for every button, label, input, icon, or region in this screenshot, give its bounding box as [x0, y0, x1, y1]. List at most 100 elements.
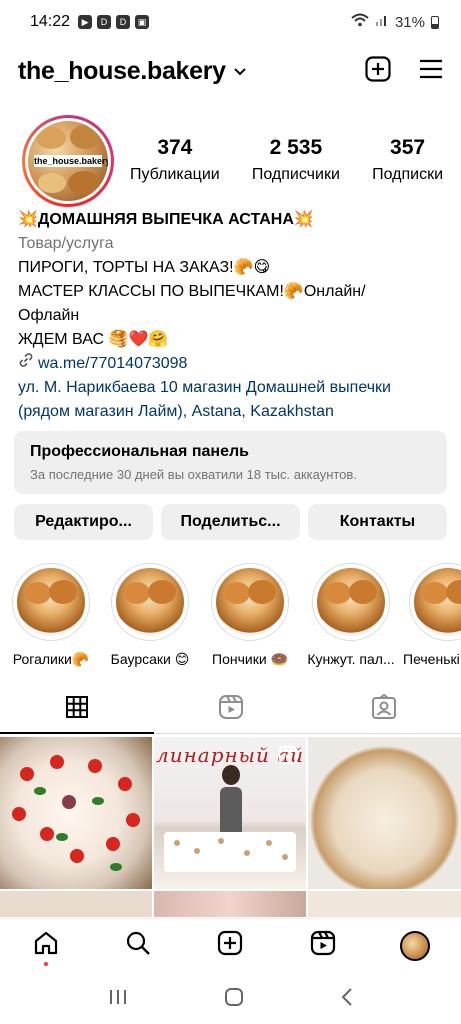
bio-link-text[interactable]: wa.me/77014073098 — [38, 352, 187, 376]
highlight-item[interactable]: Печенькі — [403, 563, 461, 667]
highlight-cover — [414, 568, 461, 636]
stat-following[interactable]: 357 Подписки — [372, 136, 443, 184]
notification-dot — [44, 961, 49, 966]
edit-profile-button[interactable]: Редактиро... — [14, 504, 153, 540]
post-thumbnail[interactable] — [308, 891, 461, 917]
highlight-ring — [211, 563, 289, 641]
avatar-image: the_house.bakery — [25, 118, 111, 204]
create-post-icon[interactable] — [365, 55, 391, 87]
highlight-item[interactable]: Баурсаки 😊 — [105, 563, 195, 668]
stat-posts-value: 374 — [157, 136, 193, 159]
reel-badge-icon — [278, 745, 298, 770]
stat-followers-value: 2 535 — [269, 136, 323, 159]
highlight-label: Печенькі — [403, 651, 460, 667]
highlight-ring — [312, 563, 390, 641]
link-icon — [18, 352, 34, 376]
post-thumbnail[interactable] — [0, 737, 152, 889]
tab-tagged[interactable] — [307, 686, 461, 733]
nav-home[interactable] — [26, 926, 66, 966]
bio-link[interactable]: wa.me/77014073098 — [18, 352, 447, 376]
post-thumbnail[interactable] — [154, 891, 306, 917]
address-line[interactable]: (рядом магазин Лайм), Astana, Kazakhstan — [18, 400, 447, 424]
signal-icon — [375, 13, 389, 31]
profile-header: the_house.bakery — [18, 52, 443, 90]
professional-dashboard[interactable]: Профессиональная панель За последние 30 … — [14, 431, 447, 494]
status-bar: 14:22 ▶ D D ▣ 31% — [0, 0, 461, 44]
post-table — [164, 832, 296, 872]
highlight-label: Пончики 🍩 — [212, 651, 288, 667]
highlight-cover — [116, 568, 184, 636]
tab-grid[interactable] — [0, 686, 154, 734]
reels-icon — [310, 930, 336, 961]
highlight-item[interactable]: Рогалики🥐 — [6, 563, 96, 668]
profile-tabs — [0, 686, 461, 734]
story-highlights: Рогалики🥐 Баурсаки 😊 Пончики 🍩 Кунжут. п… — [0, 563, 461, 668]
bio-line: ЖДЕМ ВАС 🥞❤️🤗 — [18, 331, 169, 348]
highlight-item[interactable]: Кунжут. пал... — [303, 563, 399, 667]
highlight-label: Баурсаки 😊 — [110, 651, 190, 667]
image-icon: ▣ — [135, 15, 150, 29]
notification-icons: ▶ D D ▣ — [78, 15, 150, 29]
chevron-down-icon[interactable] — [234, 63, 246, 79]
highlight-cover — [216, 568, 284, 636]
avatar — [399, 930, 430, 961]
stat-following-value: 357 — [390, 136, 426, 159]
pro-panel-title: Профессиональная панель — [30, 443, 249, 460]
reels-icon — [218, 694, 244, 725]
post-thumbnail[interactable] — [308, 737, 461, 889]
profile-name: 💥ДОМАШНЯЯ ВЫПЕЧКА АСТАНА💥 — [18, 211, 314, 228]
post-thumbnail[interactable] — [0, 891, 152, 917]
bottom-navigation — [0, 918, 461, 972]
profile-stats: 374 Публикации 2 535 Подписчики 357 Подп… — [130, 136, 443, 184]
stat-followers[interactable]: 2 535 Подписчики — [252, 136, 340, 184]
nav-search[interactable] — [118, 926, 158, 966]
tab-reels[interactable] — [154, 686, 308, 733]
address-line[interactable]: ул. М. Нарикбаева 10 магазин Домашней вы… — [18, 376, 447, 400]
highlight-item[interactable]: Пончики 🍩 — [205, 563, 295, 668]
nav-create[interactable] — [210, 926, 250, 966]
contacts-button[interactable]: Контакты — [308, 504, 447, 540]
posts-grid: линарный ай — [0, 737, 461, 917]
bio-line: Офлайн — [18, 307, 80, 324]
pro-panel-subtitle: За последние 30 дней вы охватили 18 тыс.… — [30, 467, 357, 482]
search-icon — [125, 930, 151, 961]
profile-category: Товар/услуга — [18, 235, 114, 252]
app-d-icon-2: D — [116, 15, 131, 29]
stat-posts-label: Публикации — [130, 166, 220, 183]
app-d-icon: D — [97, 15, 112, 29]
highlight-ring — [111, 563, 189, 641]
avatar-logo-text: the_house.bakery — [34, 155, 111, 167]
status-right: 31% — [351, 13, 439, 31]
battery-icon — [431, 15, 439, 29]
home-icon — [33, 930, 59, 961]
highlight-cover — [317, 568, 385, 636]
highlight-label: Кунжут. пал... — [307, 651, 395, 667]
profile-actions: Редактиро... Поделитьс... Контакты — [14, 504, 447, 540]
profile-bio: 💥ДОМАШНЯЯ ВЫПЕЧКА АСТАНА💥 Товар/услуга П… — [18, 208, 447, 424]
highlight-ring — [12, 563, 90, 641]
status-time: 14:22 — [30, 13, 71, 30]
highlight-label: Рогалики🥐 — [12, 651, 90, 667]
wifi-icon — [351, 13, 369, 31]
post-thumbnail[interactable]: линарный ай — [154, 737, 306, 889]
stat-posts[interactable]: 374 Публикации — [130, 136, 220, 184]
highlight-cover — [17, 568, 85, 636]
nav-reels[interactable] — [303, 926, 343, 966]
bio-line: ПИРОГИ, ТОРТЫ НА ЗАКАЗ!🥐😋 — [18, 259, 271, 276]
battery-percent: 31% — [394, 13, 425, 31]
add-post-icon — [217, 930, 243, 961]
recent-apps-icon[interactable] — [108, 988, 128, 1011]
profile-avatar[interactable]: the_house.bakery — [22, 115, 114, 207]
back-icon[interactable] — [340, 987, 354, 1012]
account-switcher[interactable]: the_house.bakery — [18, 57, 226, 86]
tagged-icon — [371, 693, 397, 725]
post-person — [220, 765, 242, 835]
stat-following-label: Подписки — [372, 166, 443, 183]
system-navigation — [0, 974, 461, 1024]
menu-icon[interactable] — [419, 59, 443, 84]
bio-line: МАСТЕР КЛАССЫ ПО ВЫПЕЧКАМ!🥐Онлайн/ — [18, 283, 366, 300]
share-profile-button[interactable]: Поделитьс... — [161, 504, 300, 540]
nav-profile[interactable] — [395, 926, 435, 966]
home-button-icon[interactable] — [223, 986, 245, 1013]
stat-followers-label: Подписчики — [251, 166, 340, 183]
